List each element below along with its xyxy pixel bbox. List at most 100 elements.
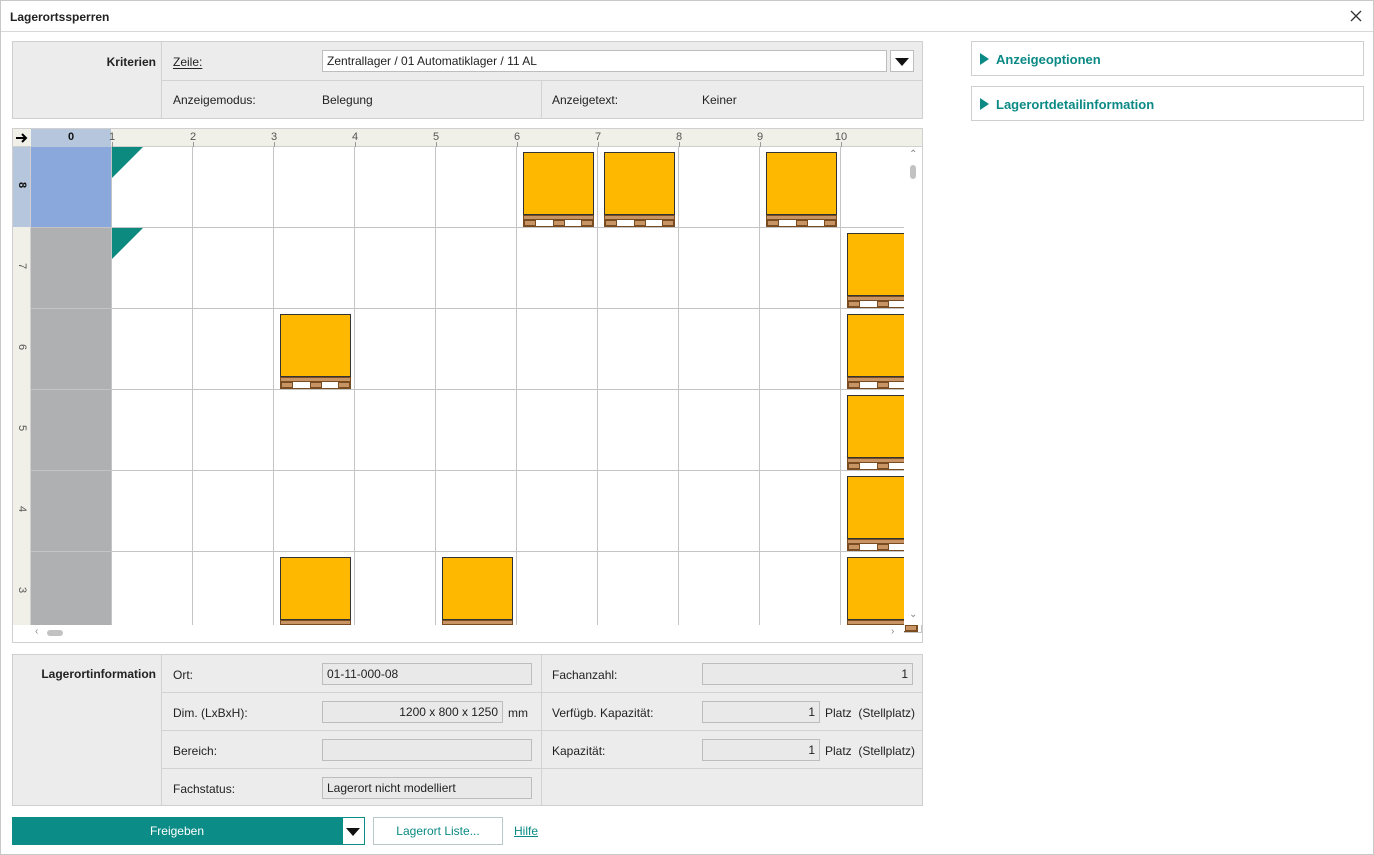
grid-cell[interactable] [274,390,355,471]
grid-cell[interactable] [31,147,112,228]
grid-cell[interactable] [598,552,679,633]
row-number: 7 [16,262,28,270]
grid-cell[interactable] [679,552,760,633]
grid-cell[interactable] [193,390,274,471]
grid-cell[interactable] [274,471,355,552]
ruler-tick [598,142,599,147]
grid-cell[interactable] [679,309,760,390]
grid-cell[interactable] [274,309,355,390]
grid-cell[interactable] [436,228,517,309]
lock-marker-icon [112,147,143,178]
help-link[interactable]: Hilfe [514,824,538,838]
grid-cell[interactable] [517,552,598,633]
grid-cell[interactable] [31,471,112,552]
close-icon[interactable] [1347,7,1365,25]
fachanzahl-label: Fachanzahl: [552,668,618,682]
grid-cell[interactable] [274,147,355,228]
grid-cell[interactable] [679,147,760,228]
grid-cell[interactable] [760,228,841,309]
grid-cell[interactable] [760,147,841,228]
scroll-left-icon[interactable]: ‹ [35,626,38,637]
grid-cell[interactable] [31,228,112,309]
ort-field: 01-11-000-08 [322,663,532,685]
grid-cell[interactable] [517,390,598,471]
grid-cell[interactable] [112,390,193,471]
grid-cell[interactable] [517,228,598,309]
grid-cell[interactable] [598,309,679,390]
grid-cell[interactable] [598,471,679,552]
location-info-panel: Lagerortinformation Ort: 01-11-000-08 Di… [12,654,923,806]
arrow-right-icon[interactable] [15,132,29,144]
window-title: Lagerortssperren [10,10,110,24]
row-number: 4 [16,505,28,513]
grid-cell[interactable] [355,147,436,228]
grid-cell[interactable] [517,309,598,390]
location-list-button[interactable]: Lagerort Liste... [373,817,503,845]
grid-cell[interactable] [436,309,517,390]
dialog-window: Lagerortssperren Kriterien Zeile: Zentra… [0,0,1374,855]
dim-label: Dim. (LxBxH): [173,706,248,720]
display-options-label: Anzeigeoptionen [996,52,1101,67]
grid-cell[interactable] [355,228,436,309]
display-mode-label: Anzeigemodus: [173,93,256,107]
fachstatus-label: Fachstatus: [173,782,236,796]
grid-cell[interactable] [598,147,679,228]
grid-cell[interactable] [760,552,841,633]
fachstatus-field: Lagerort nicht modelliert [322,777,532,799]
grid-cell[interactable] [598,390,679,471]
row-dropdown-button[interactable] [890,50,914,72]
grid-cell[interactable] [760,390,841,471]
grid-cell[interactable] [517,147,598,228]
ruler-tick [841,142,842,147]
grid-cell[interactable] [679,471,760,552]
scroll-right-icon[interactable]: › [891,626,894,637]
grid-cell[interactable] [31,552,112,633]
grid-cell[interactable] [436,390,517,471]
expand-triangle-icon [980,53,989,65]
horizontal-scroll-thumb[interactable] [47,630,63,636]
grid-cell[interactable] [112,552,193,633]
grid-cell[interactable] [112,147,193,228]
display-options-section[interactable]: Anzeigeoptionen [971,41,1364,76]
grid-cell[interactable] [193,471,274,552]
grid-cell[interactable] [31,309,112,390]
grid-cell[interactable] [274,552,355,633]
grid-cell[interactable] [31,390,112,471]
grid-cell[interactable] [355,309,436,390]
release-button[interactable]: Freigeben [12,817,342,845]
location-details-section[interactable]: Lagerortdetailinformation [971,86,1364,121]
grid-cell[interactable] [517,471,598,552]
horizontal-scrollbar[interactable]: ‹ › [31,625,904,642]
grid-cell[interactable] [355,552,436,633]
pallet-icon [523,152,594,227]
grid-cell[interactable] [679,390,760,471]
grid-cell[interactable] [355,471,436,552]
release-dropdown-button[interactable] [342,817,365,845]
grid-cell[interactable] [355,390,436,471]
grid-cell[interactable] [193,147,274,228]
grid-cell[interactable] [274,228,355,309]
grid-cell[interactable] [598,228,679,309]
vertical-scroll-thumb[interactable] [910,165,916,179]
grid-cell[interactable] [679,228,760,309]
bereich-label: Bereich: [173,744,218,758]
grid-cell[interactable] [112,228,193,309]
capacity-field: 1 [702,739,820,761]
grid-cell[interactable] [193,228,274,309]
grid-cell[interactable] [436,552,517,633]
grid-cell[interactable] [760,309,841,390]
grid-cell[interactable] [112,309,193,390]
ruler-tick [517,142,518,147]
vertical-scrollbar[interactable]: ⌃ ⌄ [904,147,922,625]
grid-cell[interactable] [112,471,193,552]
grid-cell[interactable] [193,552,274,633]
row-select-input[interactable]: Zentrallager / 01 Automatiklager / 11 AL [322,50,887,72]
scroll-up-icon[interactable]: ⌃ [909,149,917,160]
grid-cell[interactable] [193,309,274,390]
grid-cell[interactable] [436,471,517,552]
column-ruler [13,129,922,147]
scroll-down-icon[interactable]: ⌄ [909,609,917,620]
grid-cell[interactable] [436,147,517,228]
grid-cell[interactable] [760,471,841,552]
chevron-down-icon [895,58,909,66]
